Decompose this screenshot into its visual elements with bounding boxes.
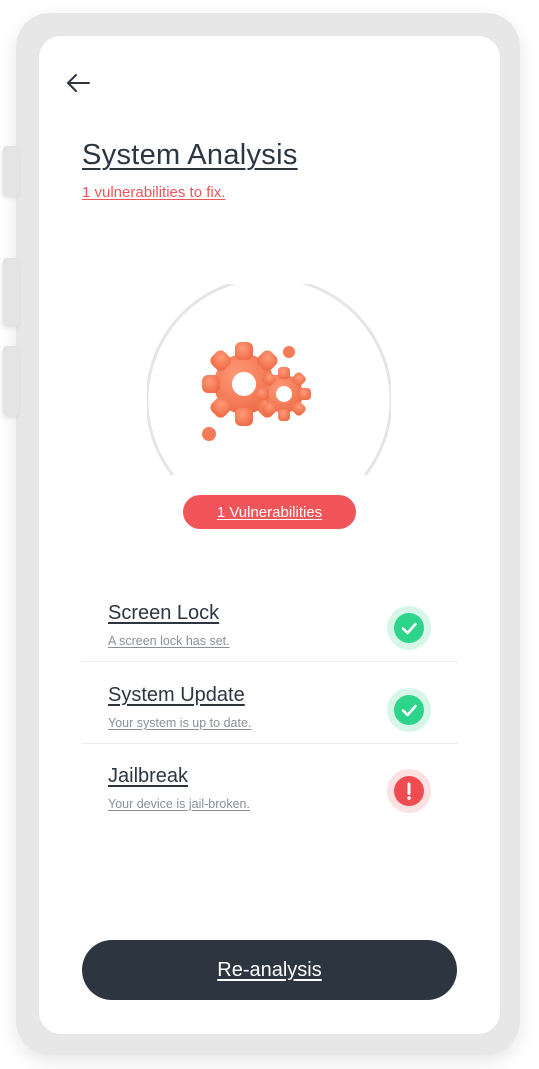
divider (81, 743, 458, 744)
check-item-title: Screen Lock (108, 602, 220, 624)
vulnerability-summary-link[interactable]: 1 vulnerabilities to fix. (82, 184, 225, 201)
exclamation-icon (407, 782, 411, 800)
gears-icon (202, 342, 311, 441)
arrow-left-icon (67, 74, 90, 92)
check-item-description: Your device is jail-broken. (108, 797, 250, 811)
side-button-volume-down (3, 346, 19, 416)
divider (81, 661, 458, 662)
check-item-screen-lock[interactable]: Screen Lock A screen lock has set. (81, 582, 458, 664)
side-button-volume-up (3, 258, 19, 326)
app-screen: System Analysis 1 vulnerabilities to fix… (39, 36, 500, 1034)
check-item-title: System Update (108, 684, 245, 706)
back-button[interactable] (63, 68, 93, 98)
status-warning-badge (387, 769, 431, 813)
check-item-system-update[interactable]: System Update Your system is up to date. (81, 664, 458, 746)
reanalysis-button[interactable]: Re-analysis (82, 940, 457, 1000)
check-item-title: Jailbreak (108, 765, 189, 787)
check-item-description: A screen lock has set. (108, 634, 230, 648)
page-title: System Analysis (82, 139, 298, 171)
status-ok-badge (387, 606, 431, 650)
vulnerability-gauge (145, 276, 393, 484)
vulnerability-count-badge[interactable]: 1 Vulnerabilities (183, 495, 356, 529)
check-item-description: Your system is up to date. (108, 716, 252, 730)
status-ok-badge (387, 688, 431, 732)
side-button-silent (3, 146, 19, 196)
check-item-jailbreak[interactable]: Jailbreak Your device is jail-broken. (81, 745, 458, 827)
check-icon (401, 704, 417, 717)
check-icon (401, 622, 417, 635)
